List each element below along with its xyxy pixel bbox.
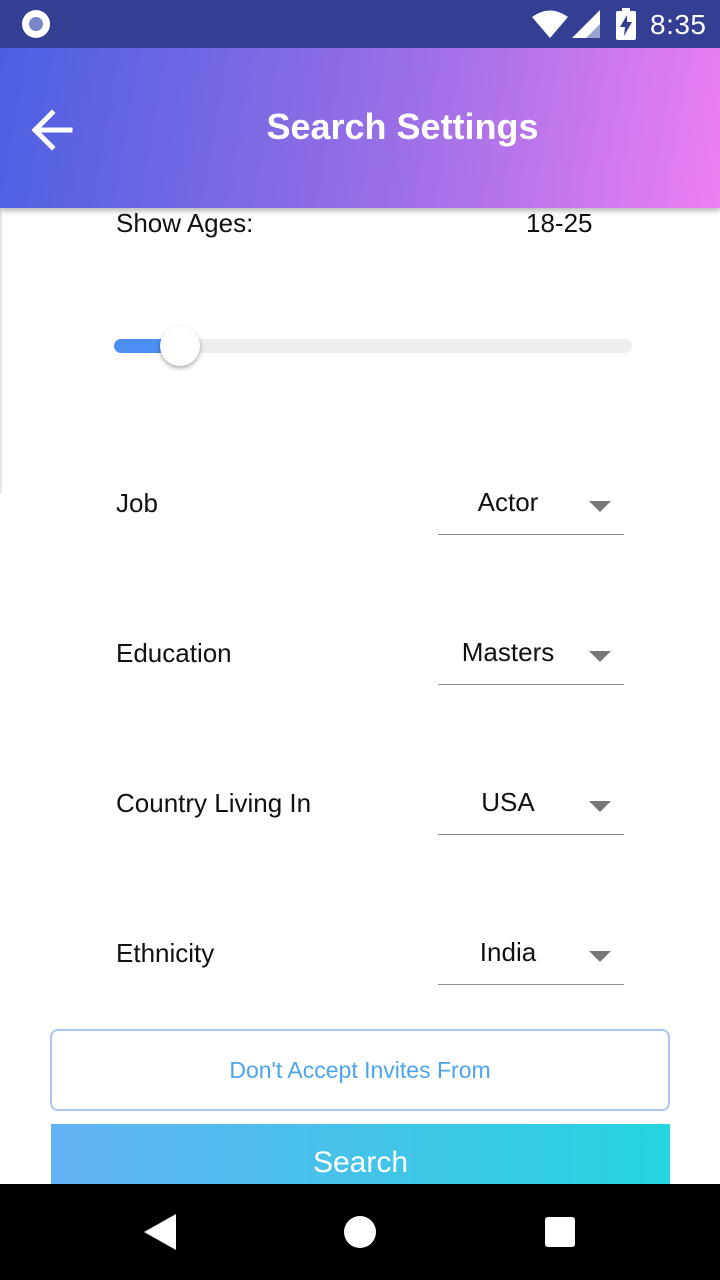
country-label: Country Living In: [116, 788, 312, 818]
dont-accept-invites-button[interactable]: Don't Accept Invites From: [50, 1029, 670, 1111]
status-time: 8:35: [650, 9, 707, 40]
screen: 8:35 Search Settings Show Ages: 18-25 Jo…: [0, 0, 720, 1280]
nav-back-icon[interactable]: [144, 1214, 176, 1250]
battery-charging-icon: [616, 8, 636, 40]
nav-recents-icon[interactable]: [545, 1217, 575, 1247]
education-dropdown-value: Masters: [461, 637, 555, 667]
signal-icon: [572, 10, 600, 38]
nav-home-icon[interactable]: [344, 1216, 376, 1248]
ages-range-value: 18-25: [526, 208, 593, 238]
show-ages-label: Show Ages:: [116, 208, 254, 238]
education-label: Education: [116, 638, 232, 668]
country-dropdown-value: USA: [481, 787, 535, 817]
job-dropdown[interactable]: Actor: [438, 479, 624, 535]
country-dropdown[interactable]: USA: [438, 779, 624, 835]
search-button[interactable]: Search: [51, 1124, 670, 1184]
education-dropdown[interactable]: Masters: [438, 629, 624, 685]
caret-down-icon: [589, 501, 611, 512]
page-title: Search Settings: [266, 106, 539, 147]
ethnicity-dropdown[interactable]: India: [438, 929, 624, 985]
notification-dot-icon: [22, 10, 50, 38]
caret-down-icon: [589, 651, 611, 662]
job-label: Job: [116, 488, 158, 518]
ethnicity-dropdown-value: India: [479, 937, 537, 967]
ethnicity-label: Ethnicity: [116, 938, 215, 968]
age-range-slider[interactable]: [114, 326, 632, 366]
slider-thumb[interactable]: [160, 326, 201, 366]
job-dropdown-value: Actor: [477, 487, 539, 517]
caret-down-icon: [589, 951, 611, 962]
wifi-icon: [532, 10, 568, 38]
caret-down-icon: [589, 801, 611, 812]
status-bar: 8:35: [0, 0, 720, 48]
app-bar: Search Settings: [0, 48, 720, 208]
search-button-label: Search: [312, 1146, 409, 1179]
panel-edge-divider: [0, 208, 2, 493]
